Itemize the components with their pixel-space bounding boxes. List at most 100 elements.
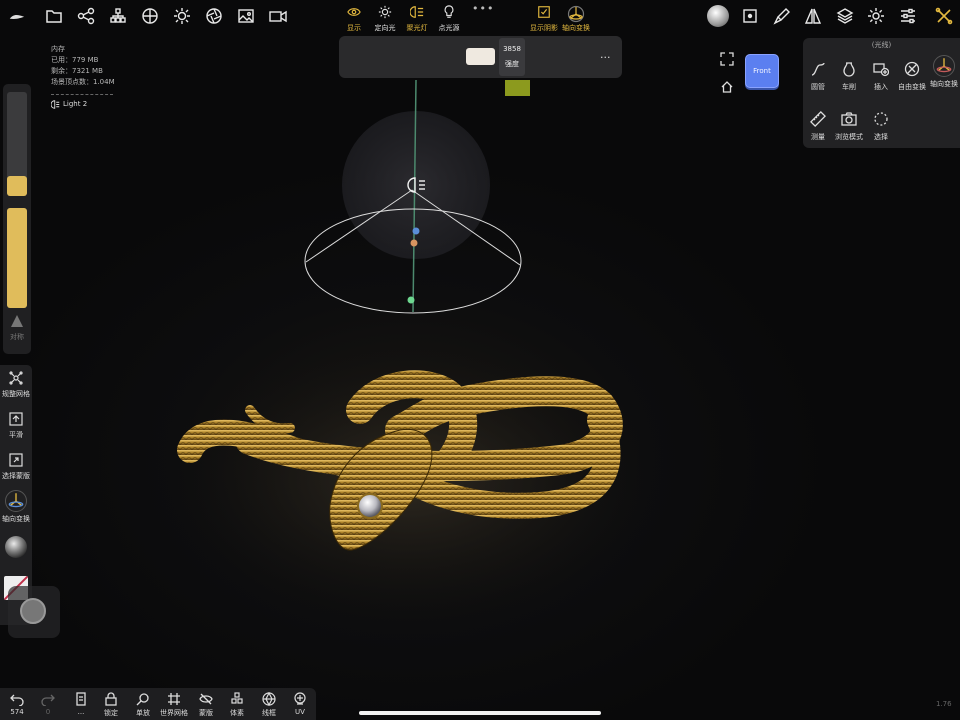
tool-insert[interactable]: 插入 [865,61,897,92]
undo-icon [10,692,24,706]
light-color-swatch[interactable] [466,48,495,65]
app-window: ••• 内存 已用：779 MB 剩余：7321 MB 场景顶点数：1.04M … [0,0,960,720]
lasso-select-icon [873,111,889,127]
aperture-icon[interactable] [204,6,224,26]
panel-title: (光线) [871,41,892,49]
fullscreen-icon[interactable] [720,52,734,66]
insert-plus-icon [873,61,889,77]
transform-label: 轴向变换 [562,24,590,32]
symmetry-icon[interactable] [10,314,24,328]
tool-label: 轴向变换 [2,515,30,523]
point-light-button[interactable]: 点光源 [431,5,467,39]
undo-button[interactable]: 574 [2,692,32,716]
spotlight-icon [51,100,60,109]
gizmo-toggle[interactable]: 轴向变换 [558,5,594,39]
layers-icon[interactable] [835,6,855,26]
sliders-icon[interactable] [898,6,918,26]
uv-button[interactable]: UV [285,692,315,716]
gizmo-button[interactable]: 轴向变换 [0,490,32,524]
tool-select[interactable]: 选择 [865,111,897,142]
ruler-icon [810,111,826,127]
directional-light-button[interactable]: 定向光 [367,5,403,39]
memory-free: 剩余：7321 MB [51,67,103,75]
tool-label: 平滑 [9,431,23,439]
top-toolbar: ••• [0,0,960,32]
radius-slider[interactable] [7,92,27,196]
menu-label: ... [77,708,85,716]
drag-handle[interactable]: ••• [472,2,494,15]
light-item[interactable]: Light 2 [51,99,115,110]
tool-label: 选择蒙版 [2,472,30,480]
tool-free-transform[interactable]: 自由变换 [896,61,928,92]
scene-tree-icon[interactable] [108,6,128,26]
light-marker [505,80,530,96]
uv-label: UV [295,708,305,716]
tool-label: 自由变换 [898,83,926,91]
point-light-label: 点光源 [438,24,460,32]
tool-label: 插入 [874,83,888,91]
tool-label: 浏览模式 [835,133,863,141]
joystick[interactable] [8,586,60,638]
memory-info: 内存 已用：779 MB 剩余：7321 MB 场景顶点数：1.04M Ligh… [51,44,115,110]
menu-button[interactable]: ... [66,692,96,716]
smooth-icon [9,412,23,426]
material-ball-icon[interactable] [707,5,729,27]
intensity-slider-left[interactable] [7,208,27,308]
sun-icon [378,5,392,19]
tool-tube[interactable]: 圆管 [802,61,834,92]
intensity-slider[interactable]: 3858 强度 [499,38,525,76]
tool-label: 测量 [811,133,825,141]
solo-search-icon [136,692,150,706]
symmetry-icon[interactable] [803,6,823,26]
solo-button[interactable]: 单放 [128,692,158,718]
home-indicator[interactable] [359,711,601,715]
camera-icon [841,111,857,127]
home-icon[interactable] [720,80,734,94]
select-mask-button[interactable]: 选择蒙版 [0,453,32,481]
image-icon[interactable] [236,6,256,26]
tool-label: 轴向变换 [930,80,958,88]
view-cube[interactable]: Front [745,54,779,88]
show-shadow-toggle[interactable]: 显示阴影 [526,5,562,39]
wireframe-button[interactable]: 线框 [254,692,284,718]
select-mask-icon [9,453,23,467]
shadow-label: 显示阴影 [530,24,558,32]
redo-button[interactable]: 0 [33,692,63,716]
tool-measure[interactable]: 测量 [802,111,834,142]
paint-brush-icon[interactable] [772,6,792,26]
smooth-button[interactable]: 平滑 [0,412,32,440]
tool-browse-mode[interactable]: 浏览模式 [833,111,865,142]
material-sphere-button[interactable] [5,536,27,558]
nomad-logo-icon[interactable] [8,6,26,26]
hide-eye-icon [199,692,213,706]
show-label: 显示 [347,24,361,32]
gear-icon[interactable] [866,6,886,26]
radius-slider-fill [7,176,27,196]
share-graph-icon[interactable] [76,6,96,26]
directional-label: 定向光 [374,24,396,32]
tube-curve-icon [810,61,826,77]
symmetry-label: 对称 [10,333,24,341]
tools-icon[interactable] [934,6,954,26]
gizmo-icon [933,55,955,77]
mask-label: 蒙版 [199,709,213,717]
tool-gizmo[interactable]: 轴向变换 [928,55,960,89]
spotlight-gizmo[interactable] [304,79,522,314]
remesh-button[interactable]: 规整网格 [0,371,32,399]
tool-lathe[interactable]: 车削 [833,61,865,92]
lock-button[interactable]: 锁定 [96,692,126,718]
folder-icon[interactable] [44,6,64,26]
sun-icon[interactable] [172,6,192,26]
more-button[interactable]: ... [600,48,611,61]
video-icon[interactable] [268,6,288,26]
memory-used: 已用：779 MB [51,56,99,64]
world-grid-button[interactable]: 世界网格 [159,692,189,718]
material-grid-icon[interactable] [140,6,160,26]
joystick-knob[interactable] [20,598,46,624]
spotlight-button[interactable]: 聚光灯 [399,5,435,39]
mask-icon[interactable] [740,6,760,26]
version-label: 1.76 [936,700,952,708]
undo-count: 574 [10,708,24,716]
voxel-button[interactable]: 体素 [222,692,252,718]
mask-button[interactable]: 蒙版 [191,692,221,718]
